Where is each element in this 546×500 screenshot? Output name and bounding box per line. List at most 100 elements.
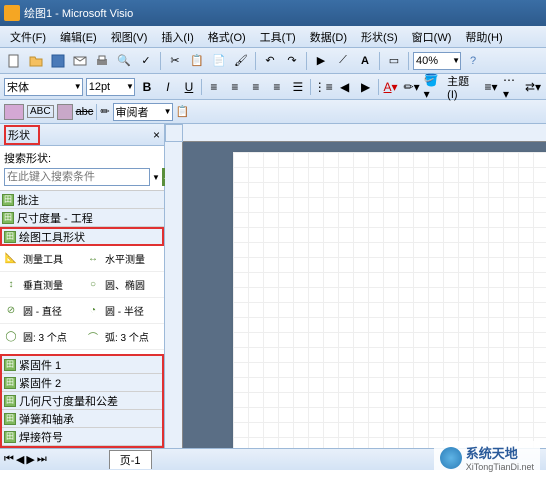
connector-tool-button[interactable]: ⟋ [333,51,353,71]
panel-header: 形状 × [0,124,164,146]
search-dropdown-icon[interactable]: ▼ [152,168,160,186]
search-label: 搜索形状: [4,150,160,166]
color-swatch[interactable] [4,104,24,120]
drawing-page[interactable] [233,152,546,448]
circle-3pt-icon: ◯ [2,328,20,346]
undo-button[interactable]: ↶ [260,51,280,71]
text-tool-button[interactable]: A [355,51,375,71]
underline-button[interactable]: U [180,78,198,96]
cut-button[interactable]: ✂ [165,51,185,71]
menu-data[interactable]: 数据(D) [304,27,353,47]
shapes-panel: 形状 × 搜索形状: ▼ → 田批注 田尺寸度量 - 工程 田绘图工具形状 📐测… [0,124,165,448]
menu-file[interactable]: 文件(F) [4,27,52,47]
font-dropdown[interactable]: 宋体▼ [4,78,83,96]
search-section: 搜索形状: ▼ → [0,146,164,191]
help-button[interactable]: ? [463,51,483,71]
menu-edit[interactable]: 编辑(E) [54,27,103,47]
open-button[interactable] [26,51,46,71]
font-color-button[interactable]: A▾ [382,78,400,96]
align-right-button[interactable]: ≡ [247,78,265,96]
copy-button[interactable]: 📋 [187,51,207,71]
standard-toolbar: 🔍 ✓ ✂ 📋 📄 🖌 ↶ ↷ ▶ ⟋ A ▭ 40%▼ ? [0,48,546,74]
italic-button[interactable]: I [159,78,177,96]
ink-button[interactable]: ✏ [100,105,109,118]
category-dimensioning[interactable]: 田尺寸度量 - 工程 [0,209,164,227]
ruler-corner [165,124,183,142]
horizontal-ruler[interactable] [183,124,546,142]
print-button[interactable] [92,51,112,71]
bullets-button[interactable]: ⋮≡ [314,78,333,96]
pointer-tool-button[interactable]: ▶ [311,51,331,71]
rectangle-tool-button[interactable]: ▭ [384,51,404,71]
spelling-button[interactable]: ✓ [136,51,156,71]
menu-window[interactable]: 窗口(W) [406,27,458,47]
fill-color-button[interactable]: 🪣▾ [424,78,445,96]
shape-measure-tool[interactable]: 📐测量工具 [0,246,82,271]
menu-bar: 文件(F) 编辑(E) 视图(V) 插入(I) 格式(O) 工具(T) 数据(D… [0,26,546,48]
text-abc-button[interactable]: ABC [27,105,54,118]
panel-close-button[interactable]: × [153,128,160,142]
nav-next-button[interactable]: ▶ [26,453,34,466]
nav-first-button[interactable]: ⏮ [4,453,14,466]
decrease-indent-button[interactable]: ◀ [336,78,354,96]
format-painter-button[interactable]: 🖌 [231,51,251,71]
size-dropdown[interactable]: 12pt▼ [86,78,135,96]
category-fasteners-1[interactable]: 田紧固件 1 [2,356,162,374]
increase-indent-button[interactable]: ▶ [357,78,375,96]
mail-button[interactable] [70,51,90,71]
reviewer-dropdown[interactable]: 审阅者▼ [113,103,173,121]
circle-icon: ○ [84,276,102,294]
align-center-button[interactable]: ≡ [226,78,244,96]
align-left-button[interactable]: ≡ [205,78,223,96]
align-justify-button[interactable]: ≡ [268,78,286,96]
shape-circle-3pt[interactable]: ◯圆: 3 个点 [0,324,82,349]
shape-circle-diameter[interactable]: ⊘圆 - 直径 [0,298,82,323]
menu-view[interactable]: 视图(V) [105,27,154,47]
category-drawing-tools[interactable]: 田绘图工具形状 [0,227,164,246]
category-springs-bearings[interactable]: 田弹簧和轴承 [2,410,162,428]
search-input[interactable] [4,168,150,186]
menu-insert[interactable]: 插入(I) [155,27,199,47]
category-welding[interactable]: 田焊接符号 [2,428,162,446]
save-button[interactable] [48,51,68,71]
shape-circle-ellipse[interactable]: ○圆、椭圆 [82,272,164,297]
theme-button[interactable]: 主题(I) [447,78,479,96]
highlight-swatch[interactable] [57,104,73,120]
line-ends-button[interactable]: ⇄▾ [524,78,542,96]
preview-button[interactable]: 🔍 [114,51,134,71]
strike-button[interactable]: abc [76,106,94,118]
watermark: 系统天地 XiTongTianDi.net [434,441,540,474]
zoom-dropdown[interactable]: 40%▼ [413,52,461,70]
menu-tools[interactable]: 工具(T) [254,27,302,47]
vertical-ruler[interactable] [165,142,183,448]
nav-prev-button[interactable]: ◀ [16,453,24,466]
canvas-viewport[interactable] [183,142,546,448]
review-toolbar: ABC abc ✏ 审阅者▼ 📋 [0,100,546,124]
app-icon [4,5,20,21]
menu-help[interactable]: 帮助(H) [459,27,508,47]
menu-shape[interactable]: 形状(S) [355,27,404,47]
line-weight-button[interactable]: ≡▾ [482,78,500,96]
track-button[interactable]: 📋 [176,105,190,118]
page-tab[interactable]: 页-1 [109,450,152,469]
canvas-area [165,124,546,448]
ruler-icon: 📐 [2,250,20,268]
redo-button[interactable]: ↷ [282,51,302,71]
line-pattern-button[interactable]: ⋯▾ [503,78,521,96]
category-fasteners-2[interactable]: 田紧固件 2 [2,374,162,392]
new-button[interactable] [4,51,24,71]
nav-last-button[interactable]: ⏭ [37,453,47,466]
shape-horizontal-measure[interactable]: ↔水平测量 [82,246,164,271]
v-measure-icon: ↕ [2,276,20,294]
shape-arc-3pt[interactable]: ⌒弧: 3 个点 [82,324,164,349]
title-bar: 绘图1 - Microsoft Visio [0,0,546,26]
category-annotations[interactable]: 田批注 [0,191,164,209]
paste-button[interactable]: 📄 [209,51,229,71]
bold-button[interactable]: B [138,78,156,96]
shape-circle-radius[interactable]: ◔圆 - 半径 [82,298,164,323]
category-geometric-tolerance[interactable]: 田几何尺寸度量和公差 [2,392,162,410]
distribute-button[interactable]: ☰ [289,78,307,96]
menu-format[interactable]: 格式(O) [202,27,252,47]
line-color-button[interactable]: ✏▾ [403,78,421,96]
shape-vertical-measure[interactable]: ↕垂直测量 [0,272,82,297]
